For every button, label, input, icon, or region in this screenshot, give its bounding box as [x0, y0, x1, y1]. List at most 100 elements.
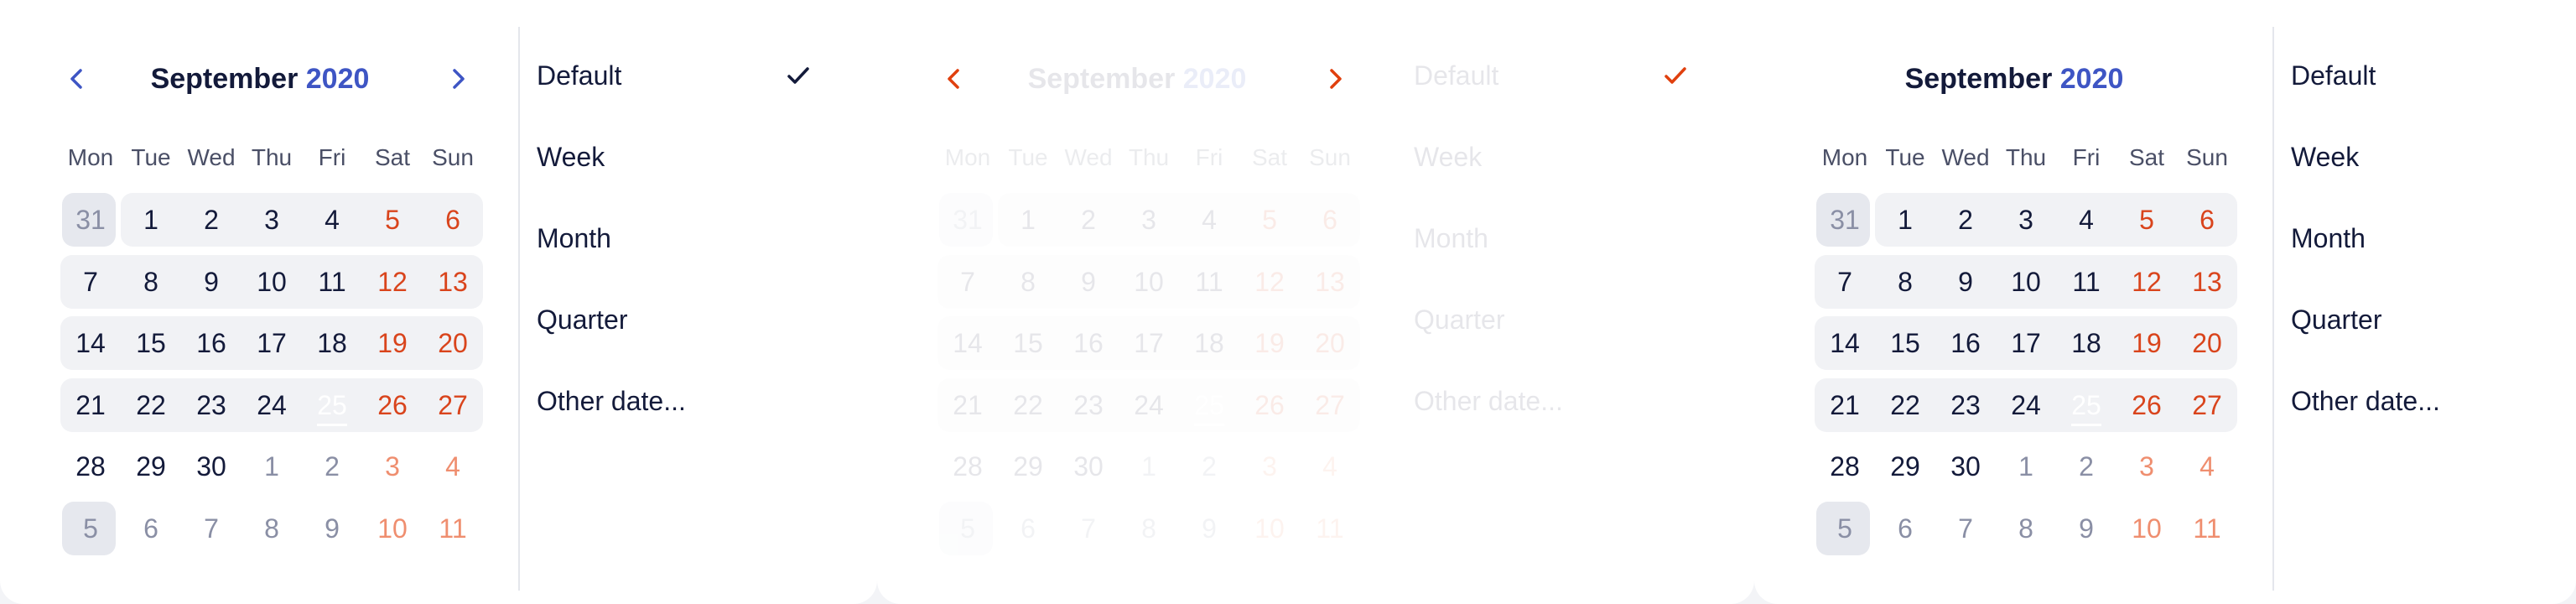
day-cell[interactable]: 15 — [121, 316, 181, 370]
day-cell[interactable]: 14 — [60, 316, 121, 370]
day-cell[interactable]: 2 — [1058, 193, 1119, 247]
day-cell[interactable]: 15 — [1875, 316, 1935, 370]
day-cell[interactable]: 5 — [937, 501, 998, 555]
day-cell[interactable]: 10 — [1119, 255, 1179, 309]
day-cell[interactable]: 3 — [242, 193, 302, 247]
day-cell[interactable]: 21 — [1815, 378, 1875, 432]
day-cell[interactable]: 16 — [1935, 316, 1996, 370]
day-cell[interactable]: 4 — [1179, 193, 1239, 247]
day-cell[interactable]: 10 — [1239, 502, 1300, 555]
day-cell[interactable]: 11 — [302, 255, 362, 309]
day-cell[interactable]: 19 — [362, 316, 423, 370]
day-cell[interactable]: 28 — [937, 440, 998, 493]
day-cell[interactable]: 26 — [2116, 378, 2177, 432]
day-cell[interactable]: 11 — [1179, 255, 1239, 309]
day-cell[interactable]: 18 — [302, 316, 362, 370]
day-cell[interactable]: 7 — [1815, 255, 1875, 309]
day-cell[interactable]: 5 — [2116, 193, 2177, 247]
day-cell[interactable]: 14 — [937, 316, 998, 370]
next-month-button[interactable] — [1318, 62, 1352, 96]
day-cell-selected[interactable]: 25 — [302, 378, 362, 432]
day-cell[interactable]: 2 — [1179, 440, 1239, 493]
day-cell[interactable]: 17 — [1996, 316, 2056, 370]
year-label[interactable]: 2020 — [306, 63, 370, 95]
day-cell[interactable]: 8 — [121, 255, 181, 309]
day-cell[interactable]: 11 — [2056, 255, 2116, 309]
day-cell[interactable]: 23 — [1058, 378, 1119, 432]
day-cell[interactable]: 19 — [2116, 316, 2177, 370]
year-label[interactable]: 2020 — [1183, 63, 1247, 95]
menu-item-other-date[interactable]: Other date... — [537, 381, 822, 421]
day-cell[interactable]: 30 — [181, 440, 242, 493]
day-cell[interactable]: 9 — [1935, 255, 1996, 309]
menu-item-default[interactable]: Default — [2291, 55, 2576, 96]
year-label[interactable]: 2020 — [2060, 63, 2124, 95]
day-cell[interactable]: 5 — [362, 193, 423, 247]
day-cell[interactable]: 16 — [1058, 316, 1119, 370]
day-cell[interactable]: 19 — [1239, 316, 1300, 370]
day-cell[interactable]: 28 — [1815, 440, 1875, 493]
day-cell[interactable]: 23 — [1935, 378, 1996, 432]
day-cell[interactable]: 2 — [302, 440, 362, 493]
day-cell[interactable]: 3 — [2116, 440, 2177, 493]
next-month-button[interactable] — [441, 62, 475, 96]
day-cell[interactable]: 10 — [242, 255, 302, 309]
day-cell[interactable]: 18 — [2056, 316, 2116, 370]
day-cell[interactable]: 3 — [1239, 440, 1300, 493]
day-cell[interactable]: 8 — [1875, 255, 1935, 309]
day-cell[interactable]: 17 — [242, 316, 302, 370]
day-cell[interactable]: 5 — [1239, 193, 1300, 247]
day-cell[interactable]: 31 — [60, 193, 121, 247]
prev-month-button[interactable] — [937, 62, 971, 96]
day-cell[interactable]: 29 — [121, 440, 181, 493]
day-cell[interactable]: 6 — [1300, 193, 1360, 247]
day-cell[interactable]: 13 — [2177, 255, 2237, 309]
day-cell[interactable]: 24 — [1119, 378, 1179, 432]
day-cell[interactable]: 20 — [2177, 316, 2237, 370]
day-cell[interactable]: 2 — [1935, 193, 1996, 247]
day-cell[interactable]: 8 — [1996, 502, 2056, 555]
day-cell[interactable]: 13 — [1300, 255, 1360, 309]
day-cell[interactable]: 1 — [998, 193, 1058, 247]
day-cell[interactable]: 1 — [1875, 193, 1935, 247]
day-cell[interactable]: 1 — [1119, 440, 1179, 493]
day-cell[interactable]: 1 — [242, 440, 302, 493]
day-cell-selected[interactable]: 25 — [2056, 378, 2116, 432]
day-cell[interactable]: 24 — [1996, 378, 2056, 432]
day-cell[interactable]: 10 — [1996, 255, 2056, 309]
menu-item-week[interactable]: Week — [2291, 137, 2576, 177]
day-cell[interactable]: 7 — [1935, 502, 1996, 555]
day-cell[interactable]: 30 — [1935, 440, 1996, 493]
day-cell[interactable]: 29 — [998, 440, 1058, 493]
day-cell[interactable]: 8 — [242, 502, 302, 555]
day-cell[interactable]: 11 — [1300, 502, 1360, 555]
menu-item-month[interactable]: Month — [1414, 218, 1699, 258]
day-cell[interactable]: 4 — [2177, 440, 2237, 493]
day-cell[interactable]: 5 — [1815, 501, 1875, 555]
day-cell[interactable]: 9 — [2056, 502, 2116, 555]
day-cell[interactable]: 7 — [60, 255, 121, 309]
day-cell[interactable]: 3 — [1996, 193, 2056, 247]
day-cell[interactable]: 20 — [1300, 316, 1360, 370]
day-cell[interactable]: 27 — [1300, 378, 1360, 432]
day-cell[interactable]: 22 — [998, 378, 1058, 432]
day-cell[interactable]: 7 — [937, 255, 998, 309]
day-cell[interactable]: 8 — [998, 255, 1058, 309]
day-cell[interactable]: 27 — [2177, 378, 2237, 432]
day-cell[interactable]: 3 — [1119, 193, 1179, 247]
day-cell[interactable]: 12 — [362, 255, 423, 309]
day-cell[interactable]: 16 — [181, 316, 242, 370]
day-cell[interactable]: 28 — [60, 440, 121, 493]
menu-item-quarter[interactable]: Quarter — [537, 299, 822, 340]
day-cell[interactable]: 13 — [423, 255, 483, 309]
day-cell[interactable]: 23 — [181, 378, 242, 432]
day-cell[interactable]: 1 — [121, 193, 181, 247]
day-cell[interactable]: 31 — [1815, 193, 1875, 247]
day-cell[interactable]: 4 — [1300, 440, 1360, 493]
day-cell[interactable]: 6 — [423, 193, 483, 247]
day-cell[interactable]: 12 — [2116, 255, 2177, 309]
day-cell-selected[interactable]: 25 — [1179, 378, 1239, 432]
day-cell[interactable]: 10 — [362, 502, 423, 555]
day-cell[interactable]: 2 — [2056, 440, 2116, 493]
day-cell[interactable]: 10 — [2116, 502, 2177, 555]
